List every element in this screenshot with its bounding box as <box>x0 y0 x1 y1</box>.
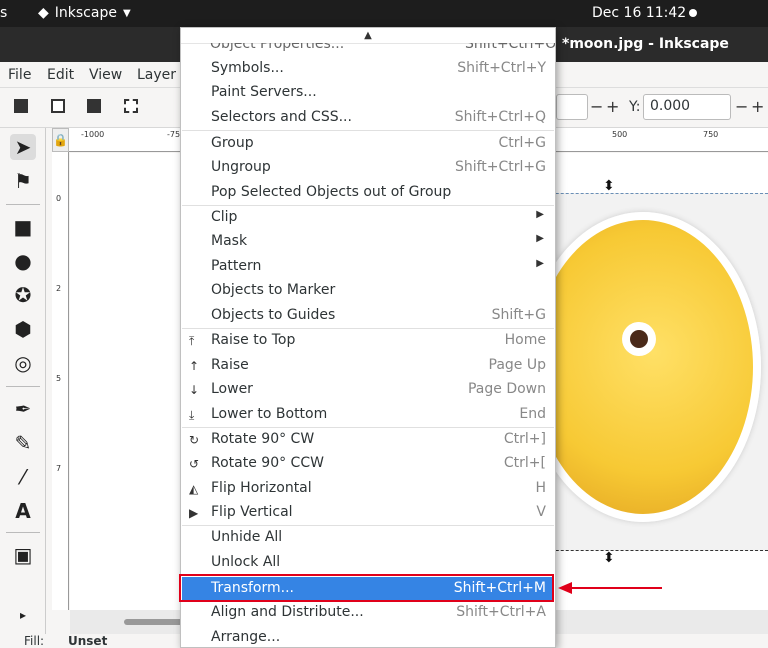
moon-eye <box>622 322 656 356</box>
select-all-layers-icon[interactable] <box>51 99 65 113</box>
menu-item-raise[interactable]: ↑ Raise Page Up <box>182 354 554 378</box>
y-decrement-button[interactable]: − <box>735 97 748 116</box>
menu-item-lower[interactable]: ↓ Lower Page Down <box>182 378 554 402</box>
clock[interactable]: Dec 16 11:42 <box>592 5 686 21</box>
menu-item-objects-to-marker[interactable]: Objects to Marker <box>182 279 554 303</box>
3d-box-tool-icon[interactable]: ⬢ <box>10 316 36 342</box>
touch-select-icon[interactable] <box>124 99 138 113</box>
lower-icon: ↓ <box>189 383 200 397</box>
star-tool-icon[interactable]: ✪ <box>10 282 36 308</box>
app-name: Inkscape <box>54 5 117 21</box>
ruler-tick-label: 7 <box>56 464 62 473</box>
window-title: *moon.jpg - Inkscape <box>562 36 729 52</box>
x-field[interactable] <box>556 94 588 120</box>
x-increment-button[interactable]: + <box>606 97 619 116</box>
rectangle-tool-icon[interactable]: ■ <box>10 214 36 240</box>
y-field[interactable]: 0.000 <box>643 94 731 120</box>
ruler-tick-label: 5 <box>56 374 62 383</box>
menu-item-pattern[interactable]: Pattern ▶ <box>182 255 554 279</box>
gradient-tool-icon[interactable]: ▣ <box>10 542 36 568</box>
deselect-icon[interactable] <box>87 99 101 113</box>
menu-item-unhide-all[interactable]: Unhide All <box>182 526 554 550</box>
scale-handle-icon[interactable]: ⬍ <box>603 550 615 566</box>
raise-to-top-icon: ⤒ <box>189 334 195 348</box>
pencil-tool-icon[interactable]: ✎ <box>10 430 36 456</box>
select-all-icon[interactable] <box>14 99 28 113</box>
menu-item-flip-horizontal[interactable]: ◭ Flip Horizontal H <box>182 477 554 501</box>
submenu-arrow-icon: ▶ <box>536 258 544 269</box>
app-menu[interactable]: ◆ Inkscape ▼ <box>38 5 131 21</box>
ruler-tick-label: 2 <box>56 284 62 293</box>
menu-file[interactable]: File <box>8 67 31 83</box>
system-top-bar: s ◆ Inkscape ▼ Dec 16 11:42 <box>0 0 768 27</box>
flip-vertical-icon: ▶ <box>189 506 199 520</box>
menu-item-unlock-all[interactable]: Unlock All <box>182 551 554 575</box>
selector-tool-icon[interactable]: ➤ <box>10 134 36 160</box>
menu-item-selectors-css[interactable]: Selectors and CSS... Shift+Ctrl+Q <box>182 106 554 130</box>
annotation-highlight-box <box>179 574 554 602</box>
pen-tool-icon[interactable]: ✒ <box>10 396 36 422</box>
menu-scroll-up-icon[interactable]: ▲ <box>181 28 555 44</box>
rotate-ccw-icon: ↺ <box>189 457 200 471</box>
ruler-tick-label: -75 <box>167 130 181 139</box>
menu-item-clip[interactable]: Clip ▶ <box>182 206 554 230</box>
menu-item-arrange[interactable]: Arrange... <box>182 626 554 647</box>
spiral-tool-icon[interactable]: ◎ <box>10 350 36 376</box>
expand-toolbox-icon[interactable]: ▸ <box>10 602 36 628</box>
object-menu: ▲ Object Properties... Shift+Ctrl+O Symb… <box>180 27 556 648</box>
ruler-tick-label: -1000 <box>81 130 105 139</box>
menu-item-rotate-ccw[interactable]: ↺ Rotate 90° CCW Ctrl+[ <box>182 452 554 476</box>
ellipse-tool-icon[interactable]: ● <box>10 248 36 274</box>
menu-item-clipped-shortcut: Shift+Ctrl+O <box>465 43 556 51</box>
menu-item-group[interactable]: Group Ctrl+G <box>182 132 554 156</box>
chevron-down-icon: ▼ <box>122 7 131 19</box>
menu-item-raise-to-top[interactable]: ⤒ Raise to Top Home <box>182 329 554 353</box>
vertical-ruler[interactable]: 0 2 5 7 <box>52 152 69 610</box>
fill-value: Unset <box>68 634 108 648</box>
fill-label: Fill: <box>24 634 45 648</box>
y-label: Y: <box>629 99 641 115</box>
annotation-arrow-icon <box>558 582 662 594</box>
menu-item-objects-to-guides[interactable]: Objects to Guides Shift+G <box>182 304 554 328</box>
guide-lock-icon[interactable]: 🔒 <box>52 128 69 152</box>
ruler-tick-label: 0 <box>56 194 62 203</box>
menu-item-ungroup[interactable]: Ungroup Shift+Ctrl+G <box>182 156 554 180</box>
y-increment-button[interactable]: + <box>751 97 764 116</box>
flip-horizontal-icon: ◭ <box>189 482 199 496</box>
notification-dot-icon <box>689 9 697 17</box>
activities-label[interactable]: s <box>0 5 7 21</box>
scale-handle-icon[interactable]: ⬍ <box>603 178 615 194</box>
raise-icon: ↑ <box>189 359 200 373</box>
menu-item-mask[interactable]: Mask ▶ <box>182 230 554 254</box>
menu-view[interactable]: View <box>89 67 122 83</box>
menu-edit[interactable]: Edit <box>47 67 74 83</box>
submenu-arrow-icon: ▶ <box>536 209 544 220</box>
menu-item-lower-to-bottom[interactable]: ⤓ Lower to Bottom End <box>182 403 554 427</box>
menu-item-rotate-cw[interactable]: ↻ Rotate 90° CW Ctrl+] <box>182 428 554 452</box>
menu-item-clipped: Object Properties... <box>210 43 345 51</box>
x-decrement-button[interactable]: − <box>590 97 603 116</box>
toolbox: ➤ ⚑ ■ ● ✪ ⬢ ◎ ✒ ✎ ⁄ A ▣ ▸ <box>0 128 46 634</box>
node-tool-icon[interactable]: ⚑ <box>10 168 36 194</box>
menu-layer[interactable]: Layer <box>137 67 176 83</box>
menu-item-flip-vertical[interactable]: ▶ Flip Vertical V <box>182 501 554 525</box>
ruler-tick-label: 500 <box>612 130 628 139</box>
calligraphy-tool-icon[interactable]: ⁄ <box>10 464 36 490</box>
moon-image[interactable] <box>525 212 761 522</box>
submenu-arrow-icon: ▶ <box>536 233 544 244</box>
menu-item-pop-out-of-group[interactable]: Pop Selected Objects out of Group <box>182 181 554 205</box>
menu-item-symbols[interactable]: Symbols... Shift+Ctrl+Y <box>182 57 554 81</box>
inkscape-diamond-icon: ◆ <box>38 5 49 21</box>
rotate-cw-icon: ↻ <box>189 433 200 447</box>
text-tool-icon[interactable]: A <box>10 498 36 524</box>
ruler-tick-label: 750 <box>703 130 719 139</box>
lower-to-bottom-icon: ⤓ <box>189 408 195 422</box>
menu-item-paint-servers[interactable]: Paint Servers... <box>182 81 554 105</box>
menu-item-align-distribute[interactable]: Align and Distribute... Shift+Ctrl+A <box>182 601 554 625</box>
